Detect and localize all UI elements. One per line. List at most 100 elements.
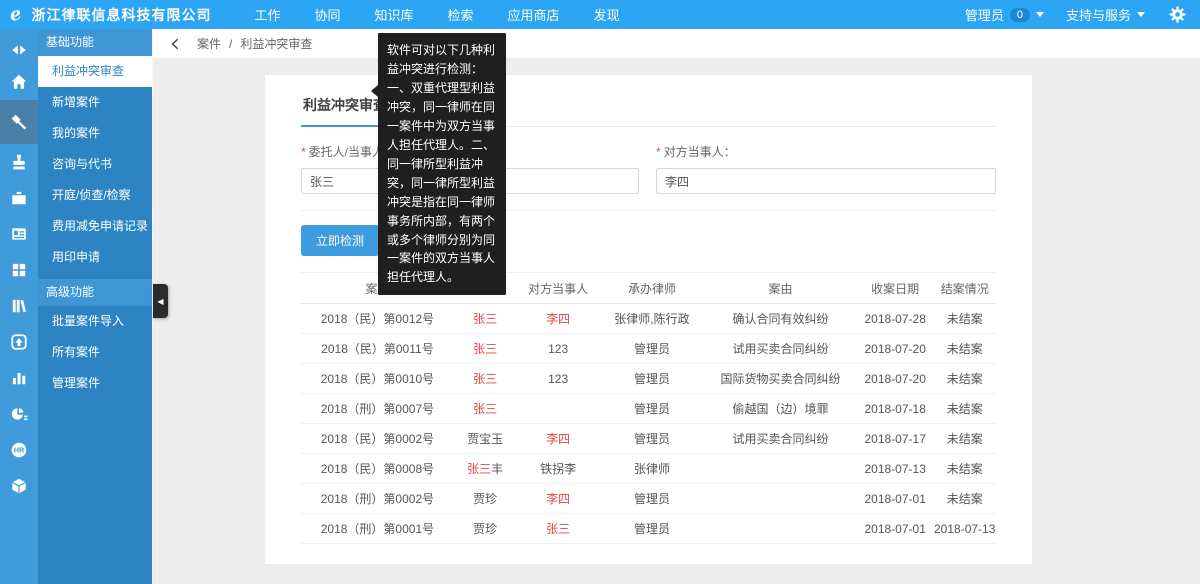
client-cell: 张三 <box>454 304 517 334</box>
bar-chart-icon[interactable] <box>0 360 38 396</box>
lawyer-cell: 管理员 <box>600 514 704 544</box>
conflict-name-highlight: 张三 <box>473 402 497 416</box>
client-cell: 张三 <box>454 394 517 424</box>
conflict-name-highlight: 张三 <box>546 522 570 536</box>
notification-badge: 0 <box>1010 8 1030 22</box>
grid-icon[interactable] <box>0 252 38 288</box>
breadcrumb-separator: / <box>229 37 232 51</box>
table-row: 2018（刑）第0001号贾珍张三管理员2018-07-012018-07-13 <box>301 514 996 544</box>
date-cell: 2018-07-01 <box>857 484 933 514</box>
client-cell: 贾珍 <box>454 484 517 514</box>
cause-cell <box>704 514 857 544</box>
support-label: 支持与服务 <box>1066 5 1131 24</box>
sidebar-item-advanced-2[interactable]: 管理案件 <box>38 368 152 399</box>
sidebar-item-advanced-0[interactable]: 批量案件导入 <box>38 306 152 337</box>
sidebar-item-basic-1[interactable]: 新增案件 <box>38 87 152 118</box>
conflict-name-highlight: 李四 <box>546 312 570 326</box>
navbar-item-2[interactable]: 知识库 <box>357 0 430 29</box>
settings-gear-icon[interactable] <box>1169 6 1186 23</box>
lawyer-cell: 管理员 <box>600 424 704 454</box>
cause-cell <box>704 484 857 514</box>
date-cell: 2018-07-20 <box>857 334 933 364</box>
conflict-name-highlight: 李四 <box>546 432 570 446</box>
status-cell: 未结案 <box>933 304 996 334</box>
column-header-6: 结案情况 <box>933 273 996 304</box>
table-row: 2018（民）第0002号贾宝玉李四管理员试用买卖合同纠纷2018-07-17未… <box>301 424 996 454</box>
status-cell: 未结案 <box>933 424 996 454</box>
breadcrumb: 案件 / 利益冲突审查 <box>153 29 1200 58</box>
case-no-cell: 2018（刑）第0007号 <box>301 394 454 424</box>
table-row: 2018（民）第0010号张三123管理员国际货物买卖合同纠纷2018-07-2… <box>301 364 996 394</box>
date-cell: 2018-07-17 <box>857 424 933 454</box>
library-icon[interactable] <box>0 288 38 324</box>
navbar-item-3[interactable]: 检索 <box>431 0 491 29</box>
user-name: 管理员 <box>965 5 1004 24</box>
opponent-input[interactable] <box>656 168 996 194</box>
status-cell: 未结案 <box>933 334 996 364</box>
upload-icon[interactable] <box>0 324 38 360</box>
opponent-cell: 123 <box>516 364 599 394</box>
required-asterisk: * <box>301 145 306 159</box>
conflict-help-tooltip: 软件可对以下几种利益冲突进行检测：一、双重代理型利益冲突，同一律师在同一案件中为… <box>378 33 506 295</box>
support-menu[interactable]: 支持与服务 <box>1058 5 1153 24</box>
gavel-icon[interactable] <box>0 100 38 144</box>
date-cell: 2018-07-18 <box>857 394 933 424</box>
sidebar-icon-strip: HR <box>0 29 38 584</box>
required-asterisk: * <box>656 145 661 159</box>
user-menu[interactable]: 管理员 0 <box>957 5 1052 24</box>
collapse-arrows-icon[interactable] <box>0 36 38 64</box>
case-no-cell: 2018（民）第0002号 <box>301 424 454 454</box>
client-cell: 张三 <box>454 364 517 394</box>
column-header-3: 承办律师 <box>600 273 704 304</box>
hr-badge-icon[interactable]: HR <box>0 432 38 468</box>
main-content: 案件 / 利益冲突审查 利益冲突审查! *委托人/当事人： *对方当事人： <box>153 29 1200 584</box>
stamp-icon[interactable] <box>0 144 38 180</box>
check-now-button[interactable]: 立即检测 <box>301 225 379 256</box>
app-logo[interactable]: e <box>0 6 21 24</box>
briefcase-icon[interactable] <box>0 180 38 216</box>
sidebar-collapse-handle[interactable]: ◀ <box>153 284 168 318</box>
sidebar-item-basic-6[interactable]: 用印申请 <box>38 242 152 273</box>
cube-icon[interactable] <box>0 468 38 504</box>
home-icon[interactable] <box>0 64 38 100</box>
lawyer-cell: 管理员 <box>600 334 704 364</box>
status-cell: 未结案 <box>933 484 996 514</box>
navbar-item-0[interactable]: 工作 <box>237 0 297 29</box>
lawyer-cell: 张律师,陈行政 <box>600 304 704 334</box>
table-row: 2018（刑）第0002号贾珍李四管理员2018-07-01未结案 <box>301 484 996 514</box>
lawyer-cell: 管理员 <box>600 364 704 394</box>
table-row: 2018（刑）第0007号张三管理员偷越国（边）境罪2018-07-18未结案 <box>301 394 996 424</box>
opponent-cell <box>516 394 599 424</box>
breadcrumb-item-current: 利益冲突审查 <box>240 35 312 52</box>
sidebar-section-advanced[interactable]: 高级功能 <box>38 279 152 306</box>
status-cell: 未结案 <box>933 394 996 424</box>
opponent-cell: 李四 <box>516 424 599 454</box>
table-row: 2018（民）第0008号张三丰铁拐李张律师2018-07-13未结案 <box>301 454 996 484</box>
date-cell: 2018-07-28 <box>857 304 933 334</box>
sidebar-item-basic-4[interactable]: 开庭/侦查/检察 <box>38 180 152 211</box>
back-chevron-icon[interactable] <box>169 37 183 51</box>
cause-cell: 偷越国（边）境罪 <box>704 394 857 424</box>
sidebar-item-basic-0[interactable]: 利益冲突审查 <box>38 56 152 87</box>
status-cell: 未结案 <box>933 454 996 484</box>
tooltip-arrow-icon <box>371 85 378 97</box>
conflict-name-highlight: 李四 <box>546 492 570 506</box>
navbar-right: 管理员 0 支持与服务 <box>957 5 1200 24</box>
navbar-item-5[interactable]: 发现 <box>577 0 637 29</box>
navbar-item-4[interactable]: 应用商店 <box>491 0 577 29</box>
case-no-cell: 2018（刑）第0001号 <box>301 514 454 544</box>
sidebar-section-basic[interactable]: 基础功能 <box>38 29 152 56</box>
cause-cell: 确认合同有效纠纷 <box>704 304 857 334</box>
sidebar-item-basic-3[interactable]: 咨询与代书 <box>38 149 152 180</box>
sidebar-item-advanced-1[interactable]: 所有案件 <box>38 337 152 368</box>
sidebar-item-basic-2[interactable]: 我的案件 <box>38 118 152 149</box>
sidebar-item-basic-5[interactable]: 费用减免申请记录 <box>38 211 152 242</box>
client-cell: 贾宝玉 <box>454 424 517 454</box>
company-name: 浙江律联信息科技有限公司 <box>31 5 211 25</box>
navbar-item-1[interactable]: 协同 <box>297 0 357 29</box>
id-card-icon[interactable] <box>0 216 38 252</box>
pie-chart-icon[interactable] <box>0 396 38 432</box>
breadcrumb-item-cases[interactable]: 案件 <box>197 35 221 52</box>
case-no-cell: 2018（民）第0011号 <box>301 334 454 364</box>
case-table: 案号委托人对方当事人承办律师案由收案日期结案情况 2018（民）第0012号张三… <box>301 272 996 544</box>
